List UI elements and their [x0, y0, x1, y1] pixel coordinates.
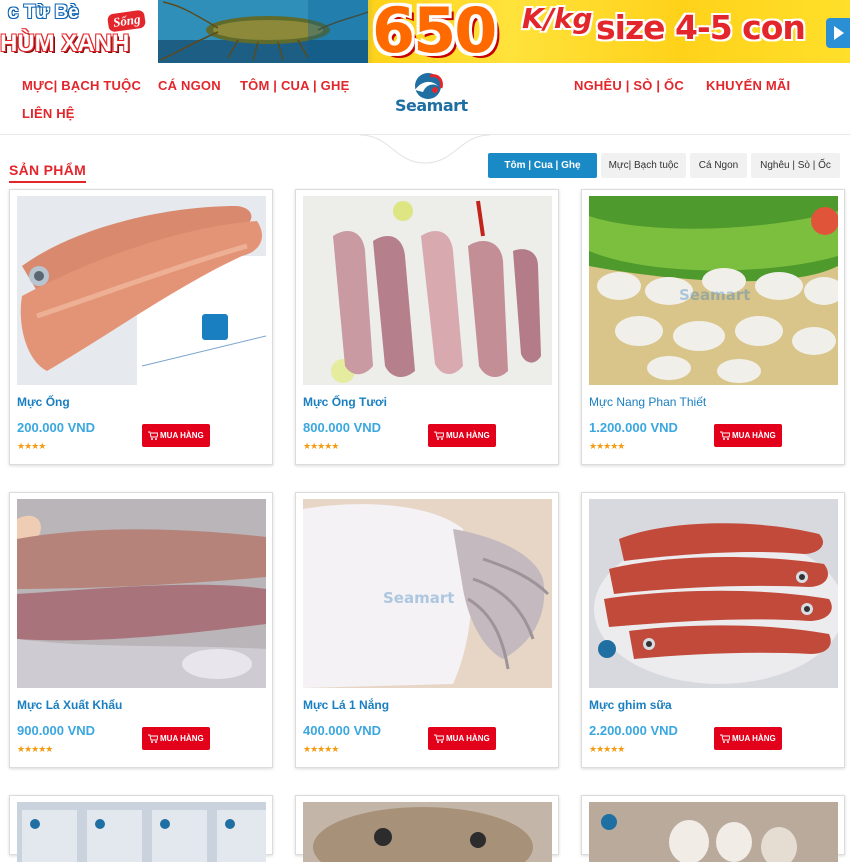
banner-text-panel: c Từ Bè Sống HÙM XANH [0, 0, 168, 63]
cart-icon [148, 734, 158, 743]
cart-icon [434, 431, 444, 440]
product-name[interactable]: Mực ghim sữa [589, 698, 672, 712]
logo-notch [360, 134, 490, 164]
product-image[interactable] [589, 499, 838, 688]
cart-icon [148, 431, 158, 440]
rating-stars: ★★★★ [17, 442, 46, 452]
promo-banner[interactable]: c Từ Bè Sống HÙM XANH 650 K/kg size 4-5 … [0, 0, 850, 63]
product-image[interactable] [303, 196, 552, 385]
rating-stars: ★★★★★ [17, 745, 53, 755]
banner-unit: K/kg [522, 2, 593, 35]
product-card[interactable] [581, 795, 845, 862]
buy-label: MUA HÀNG [446, 734, 490, 743]
product-card[interactable] [295, 795, 559, 862]
logo-text: Seamart [395, 96, 468, 115]
buy-button[interactable]: MUA HÀNG [142, 727, 210, 750]
product-card[interactable]: Seamart Mực Lá 1 Nắng 400.000 VND ★★★★★ … [295, 492, 559, 768]
seamart-logo[interactable]: Seamart [380, 66, 476, 122]
product-price: 800.000 VND [303, 420, 382, 435]
product-image[interactable]: Seamart [303, 499, 552, 688]
cart-icon [720, 431, 730, 440]
rating-stars: ★★★★★ [303, 745, 339, 755]
banner-next-arrow-icon[interactable] [826, 18, 850, 48]
banner-price: 650 [372, 0, 497, 63]
banner-line2: HÙM XANH [0, 30, 130, 57]
image-watermark: Seamart [679, 286, 751, 304]
product-card[interactable]: Mực ghim sữa 2.200.000 VND ★★★★★ MUA HÀN… [581, 492, 845, 768]
product-card[interactable]: Mực Ống 200.000 VND ★★★★ MUA HÀNG [9, 189, 273, 465]
product-image[interactable]: Seamart [589, 196, 838, 385]
buy-button[interactable]: MUA HÀNG [714, 727, 782, 750]
nav-item-shrimp-crab[interactable]: TÔM | CUA | GHẸ [240, 78, 349, 93]
rating-stars: ★★★★★ [589, 745, 625, 755]
buy-button[interactable]: MUA HÀNG [428, 727, 496, 750]
buy-label: MUA HÀNG [160, 734, 204, 743]
product-card[interactable]: Mực Lá Xuất Khẩu 900.000 VND ★★★★★ MUA H… [9, 492, 273, 768]
product-price: 400.000 VND [303, 723, 382, 738]
product-price: 900.000 VND [17, 723, 96, 738]
product-name[interactable]: Mực Lá Xuất Khẩu [17, 698, 122, 712]
product-card[interactable] [9, 795, 273, 862]
rating-stars: ★★★★★ [303, 442, 339, 452]
cart-icon [720, 734, 730, 743]
product-image[interactable] [17, 196, 266, 385]
product-card[interactable]: Seamart Mực Nang Phan Thiết 1.200.000 VN… [581, 189, 845, 465]
product-name[interactable]: Mực Ống Tươi [303, 395, 387, 409]
buy-button[interactable]: MUA HÀNG [142, 424, 210, 447]
buy-label: MUA HÀNG [160, 431, 204, 440]
tab-fish[interactable]: Cá Ngon [690, 153, 747, 178]
image-watermark: Seamart [383, 589, 455, 607]
product-price: 200.000 VND [17, 420, 96, 435]
wave-logo-icon [415, 73, 443, 99]
nav-item-fish[interactable]: CÁ NGON [158, 78, 221, 93]
tab-shrimp-crab[interactable]: Tôm | Cua | Ghẹ [488, 153, 597, 178]
banner-size: size 4-5 con [596, 8, 806, 47]
product-image[interactable] [17, 499, 266, 688]
cart-icon [434, 734, 444, 743]
product-image[interactable] [303, 802, 552, 862]
product-price: 2.200.000 VND [589, 723, 678, 738]
buy-label: MUA HÀNG [732, 734, 776, 743]
buy-button[interactable]: MUA HÀNG [428, 424, 496, 447]
section-title: SẢN PHẨM [9, 162, 87, 183]
product-name[interactable]: Mực Nang Phan Thiết [589, 395, 706, 409]
nav-item-squid[interactable]: MỰC| BẠCH TUỘC [22, 78, 141, 93]
banner-line1: c Từ Bè [8, 2, 79, 23]
product-name[interactable]: Mực Ống [17, 395, 70, 409]
nav-item-promotions[interactable]: KHUYẾN MÃI [706, 78, 790, 93]
product-card[interactable]: Mực Ống Tươi 800.000 VND ★★★★★ MUA HÀNG [295, 189, 559, 465]
product-image[interactable] [17, 802, 266, 862]
buy-label: MUA HÀNG [732, 431, 776, 440]
lobster-image [158, 0, 368, 63]
tab-shellfish[interactable]: Nghêu | Sò | Ốc [751, 153, 840, 178]
product-name[interactable]: Mực Lá 1 Nắng [303, 698, 389, 712]
nav-item-shellfish[interactable]: NGHÊU | SÒ | ỐC [574, 78, 684, 93]
buy-label: MUA HÀNG [446, 431, 490, 440]
nav-item-contact[interactable]: LIÊN HỆ [22, 106, 75, 121]
buy-button[interactable]: MUA HÀNG [714, 424, 782, 447]
tab-squid[interactable]: Mực| Bạch tuộc [601, 153, 686, 178]
product-price: 1.200.000 VND [589, 420, 678, 435]
rating-stars: ★★★★★ [589, 442, 625, 452]
product-image[interactable] [589, 802, 838, 862]
